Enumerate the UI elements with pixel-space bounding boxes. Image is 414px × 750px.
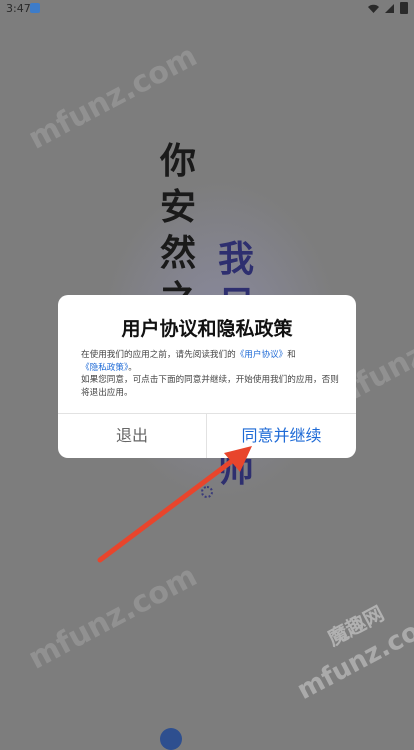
annotation-arrow-icon	[97, 446, 252, 563]
bottom-indicator	[160, 728, 182, 750]
